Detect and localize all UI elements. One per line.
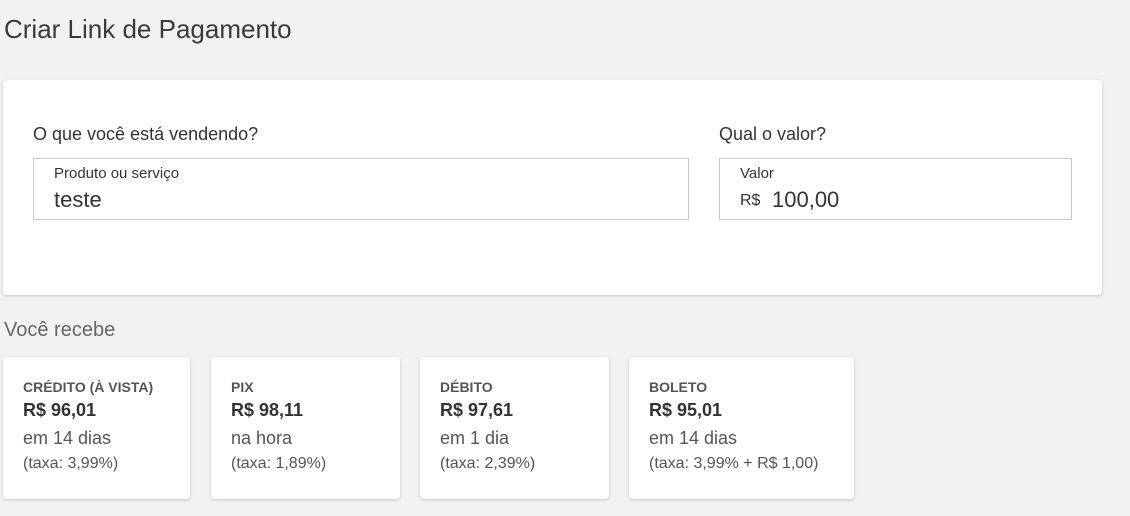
payment-fee: (taxa: 3,99% + R$ 1,00) bbox=[649, 455, 819, 472]
payment-amount: R$ 96,01 bbox=[23, 400, 97, 420]
payment-card-pix: PIX R$ 98,11 na hora (taxa: 1,89%) bbox=[211, 357, 400, 499]
payment-amount: R$ 98,11 bbox=[231, 400, 304, 420]
product-input[interactable] bbox=[54, 187, 654, 213]
value-field-label: Valor bbox=[740, 165, 774, 182]
currency-prefix: R$ bbox=[740, 192, 761, 209]
payment-amount: R$ 95,01 bbox=[649, 400, 723, 420]
product-question-label: O que você está vendendo? bbox=[33, 124, 259, 144]
value-field[interactable]: Valor R$ bbox=[719, 158, 1072, 220]
value-input[interactable] bbox=[772, 187, 1052, 213]
payment-method: BOLETO bbox=[649, 379, 708, 395]
payment-card-credit: CRÉDITO (À VISTA) R$ 96,01 em 14 dias (t… bbox=[3, 357, 190, 499]
value-question-label: Qual o valor? bbox=[719, 124, 827, 144]
payment-method: CRÉDITO (À VISTA) bbox=[23, 379, 154, 395]
payment-time: em 14 dias bbox=[649, 428, 738, 448]
product-field-label: Produto ou serviço bbox=[54, 165, 180, 182]
payment-fee: (taxa: 3,99%) bbox=[23, 455, 119, 472]
payment-card-boleto: BOLETO R$ 95,01 em 14 dias (taxa: 3,99% … bbox=[629, 357, 854, 499]
product-field[interactable]: Produto ou serviço bbox=[33, 158, 689, 220]
payment-card-debit: DÉBITO R$ 97,61 em 1 dia (taxa: 2,39%) bbox=[420, 357, 609, 499]
payment-method: DÉBITO bbox=[440, 379, 493, 395]
page-title: Criar Link de Pagamento bbox=[4, 14, 292, 44]
payment-time: em 1 dia bbox=[440, 428, 510, 448]
payment-time: na hora bbox=[231, 428, 293, 448]
payment-method: PIX bbox=[231, 379, 254, 395]
receive-section-title: Você recebe bbox=[4, 319, 116, 341]
payment-link-form: O que você está vendendo? Produto ou ser… bbox=[3, 80, 1102, 295]
payment-fee: (taxa: 2,39%) bbox=[440, 455, 536, 472]
payment-time: em 14 dias bbox=[23, 428, 112, 448]
payment-amount: R$ 97,61 bbox=[440, 400, 514, 420]
payment-fee: (taxa: 1,89%) bbox=[231, 455, 327, 472]
